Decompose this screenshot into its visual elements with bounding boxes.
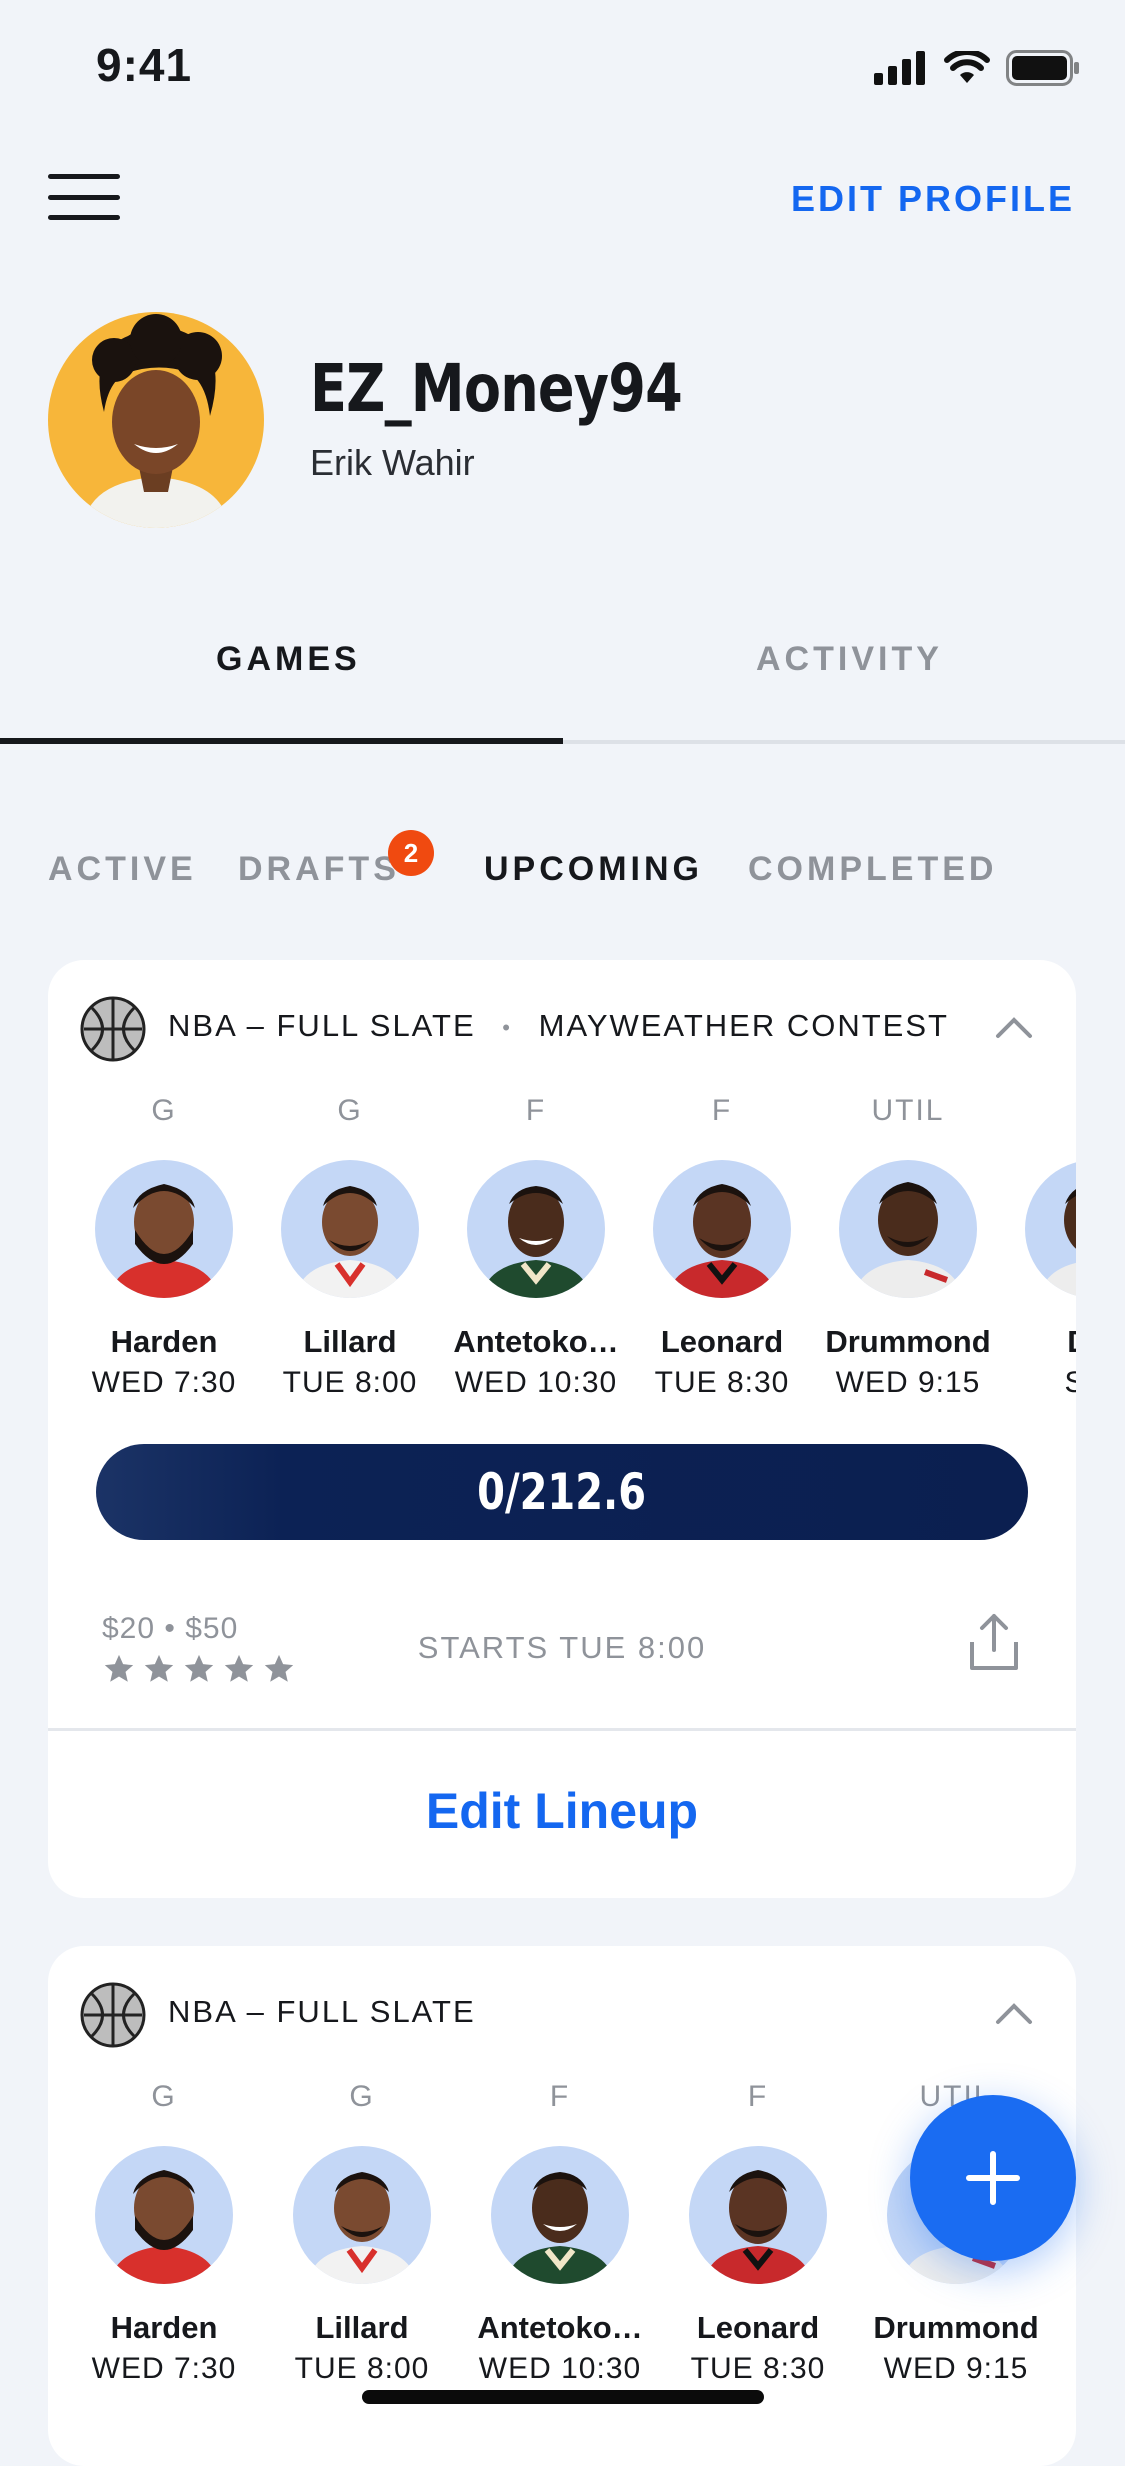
card-header[interactable]: NBA – FULL SLATE • MAYWEATHER CONTEST bbox=[48, 960, 1076, 1090]
player-name: Drummond bbox=[825, 1324, 991, 1359]
contest-card: NBA – FULL SLATE • MAYWEATHER CONTEST G … bbox=[48, 960, 1076, 1898]
profile-real-name: Erik Wahir bbox=[310, 442, 475, 483]
player-photo bbox=[293, 2146, 431, 2284]
player-slot[interactable]: F Antetoko… WED 10:30 bbox=[443, 1090, 629, 1400]
player-game-time: WED 10:30 bbox=[478, 2352, 642, 2385]
tab-activity[interactable]: ACTIVITY bbox=[756, 640, 943, 679]
player-lineup: G Harden WED 7:30 G Lillard TUE 8:00 F A… bbox=[48, 1090, 1076, 1410]
top-header: EDIT PROFILE bbox=[0, 160, 1125, 240]
player-slot[interactable]: F Antetoko… WED 10:30 bbox=[467, 2076, 653, 2386]
player-name: Lillard bbox=[303, 1324, 397, 1359]
player-position: UTIL bbox=[871, 1094, 945, 1127]
cellular-signal-icon bbox=[874, 51, 925, 85]
player-photo bbox=[491, 2146, 629, 2284]
subtab-drafts[interactable]: DRAFTS bbox=[238, 850, 400, 889]
player-game-time: TUE 8:00 bbox=[294, 2352, 430, 2385]
player-slot[interactable]: G Harden WED 7:30 bbox=[71, 2076, 257, 2386]
player-position: F bbox=[711, 1094, 733, 1127]
player-game-time: WED 10:30 bbox=[454, 1366, 618, 1399]
player-name: Drummond bbox=[873, 2310, 1039, 2345]
edit-profile-button[interactable]: EDIT PROFILE bbox=[791, 178, 1075, 220]
player-game-time: WED 7:30 bbox=[91, 1366, 237, 1399]
basketball-icon bbox=[80, 996, 146, 1062]
player-slot[interactable]: G Lillard TUE 8:00 bbox=[269, 2076, 455, 2386]
plus-icon bbox=[966, 2151, 1020, 2205]
player-name: Dru bbox=[1001, 1324, 1076, 1360]
player-photo bbox=[653, 1160, 791, 1298]
chevron-up-icon[interactable] bbox=[994, 1998, 1034, 2028]
menu-icon[interactable] bbox=[48, 174, 120, 220]
player-name: Leonard bbox=[696, 2310, 820, 2345]
points-score: 0/212.6 bbox=[477, 1463, 647, 1521]
contest-start-time: STARTS TUE 8:00 bbox=[417, 1630, 707, 1665]
subtab-active[interactable]: ACTIVE bbox=[48, 850, 197, 889]
player-game-time: SAT bbox=[1064, 1366, 1076, 1399]
player-name: Leonard bbox=[660, 1324, 784, 1359]
player-game-time: TUE 8:30 bbox=[690, 2352, 826, 2385]
share-icon[interactable] bbox=[962, 1610, 1026, 1674]
player-game-time: WED 7:30 bbox=[91, 2352, 237, 2385]
card-header[interactable]: NBA – FULL SLATE bbox=[48, 1946, 1076, 2076]
player-slot[interactable]: G Lillard TUE 8:00 bbox=[257, 1090, 443, 1400]
player-game-time: TUE 8:30 bbox=[654, 1366, 790, 1399]
profile-username: EZ_Money94 bbox=[310, 350, 683, 427]
player-photo bbox=[1025, 1160, 1076, 1298]
player-game-time: WED 9:15 bbox=[835, 1366, 981, 1399]
wifi-icon bbox=[944, 51, 990, 83]
player-photo bbox=[281, 1160, 419, 1298]
player-name: Antetoko… bbox=[477, 2310, 643, 2345]
player-slot[interactable]: F Leonard TUE 8:30 bbox=[629, 1090, 815, 1400]
player-position: U bbox=[1001, 1090, 1076, 1132]
player-game-time: TUE 8:00 bbox=[282, 1366, 418, 1399]
player-game-time: WED 9:15 bbox=[883, 2352, 1029, 2385]
card-title: NBA – FULL SLATE bbox=[168, 1994, 476, 2029]
points-progress-bar: 0/212.6 bbox=[96, 1444, 1028, 1540]
player-photo bbox=[95, 2146, 233, 2284]
player-slot[interactable]: F Leonard TUE 8:30 bbox=[665, 2076, 851, 2386]
player-name: Harden bbox=[110, 2310, 218, 2345]
tab-active-indicator bbox=[0, 738, 563, 744]
player-slot[interactable]: U Dru SAT bbox=[1001, 1090, 1076, 1400]
player-slot[interactable]: G Harden WED 7:30 bbox=[71, 1090, 257, 1400]
player-name: Lillard bbox=[315, 2310, 409, 2345]
status-bar: 9:41 bbox=[0, 0, 1125, 135]
player-position: G bbox=[151, 2080, 177, 2113]
edit-lineup-button[interactable]: Edit Lineup bbox=[48, 1782, 1076, 1840]
player-position: F bbox=[525, 1094, 547, 1127]
player-photo bbox=[467, 1160, 605, 1298]
drafts-count-badge: 2 bbox=[388, 830, 434, 876]
player-slot[interactable]: UTIL Drummond WED 9:15 bbox=[815, 1090, 1001, 1400]
player-photo bbox=[95, 1160, 233, 1298]
player-name: Harden bbox=[110, 1324, 218, 1359]
player-name: Antetoko… bbox=[453, 1324, 619, 1359]
tab-games[interactable]: GAMES bbox=[216, 640, 361, 679]
player-position: F bbox=[549, 2080, 571, 2113]
add-contest-button[interactable] bbox=[910, 2095, 1076, 2261]
card-title: NBA – FULL SLATE • MAYWEATHER CONTEST bbox=[168, 1008, 949, 1043]
player-photo bbox=[689, 2146, 827, 2284]
player-position: G bbox=[349, 2080, 375, 2113]
status-icons bbox=[874, 50, 1080, 86]
chevron-up-icon[interactable] bbox=[994, 1012, 1034, 1042]
battery-icon bbox=[1006, 50, 1079, 86]
player-position: F bbox=[747, 2080, 769, 2113]
subtab-completed[interactable]: COMPLETED bbox=[748, 850, 997, 889]
profile-avatar[interactable] bbox=[48, 312, 264, 528]
home-indicator bbox=[362, 2390, 764, 2404]
player-position: G bbox=[151, 1094, 177, 1127]
sub-tabs: ACTIVE DRAFTS 2 UPCOMING COMPLETED bbox=[0, 830, 1125, 910]
basketball-icon bbox=[80, 1982, 146, 2048]
player-position: G bbox=[337, 1094, 363, 1127]
card-divider bbox=[48, 1728, 1076, 1731]
status-time: 9:41 bbox=[96, 39, 193, 91]
subtab-upcoming[interactable]: UPCOMING bbox=[484, 850, 703, 889]
main-tabs: GAMES ACTIVITY bbox=[0, 620, 1125, 748]
player-photo bbox=[839, 1160, 977, 1298]
